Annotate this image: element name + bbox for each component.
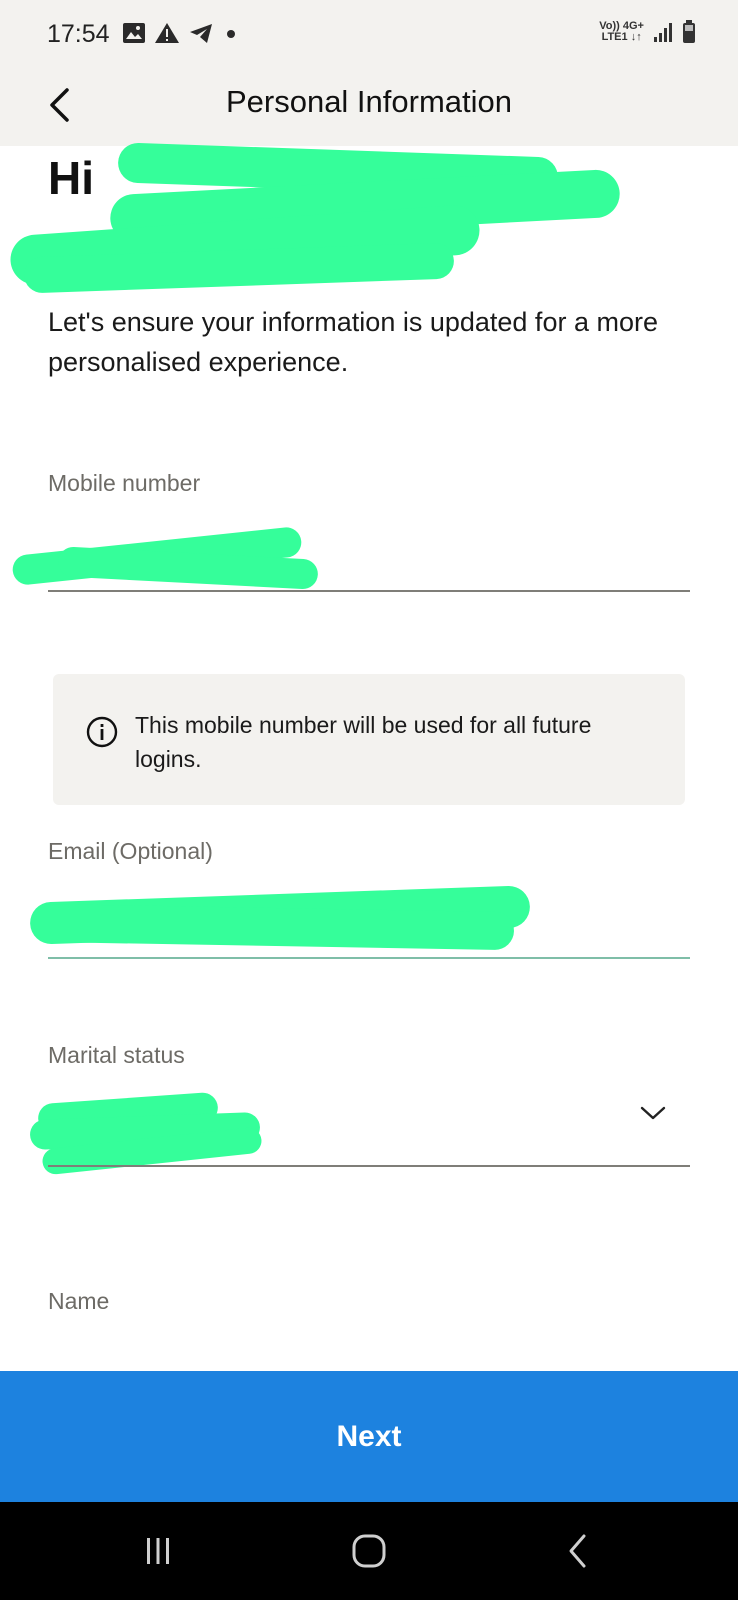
info-notice-text: This mobile number will be used for all … [135,712,592,772]
email-label: Email (Optional) [48,838,213,864]
system-nav-bar [0,1502,738,1600]
email-input[interactable] [29,885,690,951]
name-label: Name [48,1288,110,1314]
image-icon [123,23,145,43]
home-button[interactable] [339,1526,399,1576]
marital-status-dropdown[interactable] [29,1091,690,1176]
chevron-down-icon[interactable] [639,1104,667,1122]
app-bar: Personal Information [0,70,738,146]
dot-icon [227,30,235,38]
email-underline [48,957,690,959]
system-icons: Vo)) 4G+ LTE1 ↓↑ [599,20,696,44]
intro-text: Let's ensure your information is updated… [48,307,658,377]
signal-icon [654,23,672,42]
recents-button[interactable] [128,1526,188,1576]
warning-icon [155,23,179,43]
mobile-number-label: Mobile number [48,470,201,496]
network-line-2: LTE1 ↓↑ [601,31,642,43]
marital-status-label: Marital status [48,1042,185,1068]
next-button[interactable]: Next [0,1371,738,1502]
network-indicator: Vo)) 4G+ LTE1 ↓↑ [599,21,644,43]
mobile-number-input[interactable] [11,523,690,590]
page-title: Personal Information [225,84,513,119]
nav-back-button[interactable] [548,1526,608,1576]
notification-icons [122,22,240,44]
battery-icon [683,20,695,43]
info-notice: This mobile number will be used for all … [53,674,685,805]
telegram-icon [190,24,212,43]
marital-status-underline [48,1165,690,1167]
greeting-prefix: Hi [48,152,94,204]
mobile-number-underline [48,590,690,592]
status-bar: 17:54 Vo)) 4G+ LTE1 ↓↑ [0,0,738,70]
home-icon [352,1534,386,1568]
info-icon [86,716,118,748]
next-button-label: Next [336,1419,402,1453]
back-icon [569,1534,586,1568]
status-time: 17:54 [47,20,110,48]
recents-icon [147,1538,169,1564]
personal-information-screen: 17:54 Vo)) 4G+ LTE1 ↓↑ Personal Informat… [0,0,738,1600]
